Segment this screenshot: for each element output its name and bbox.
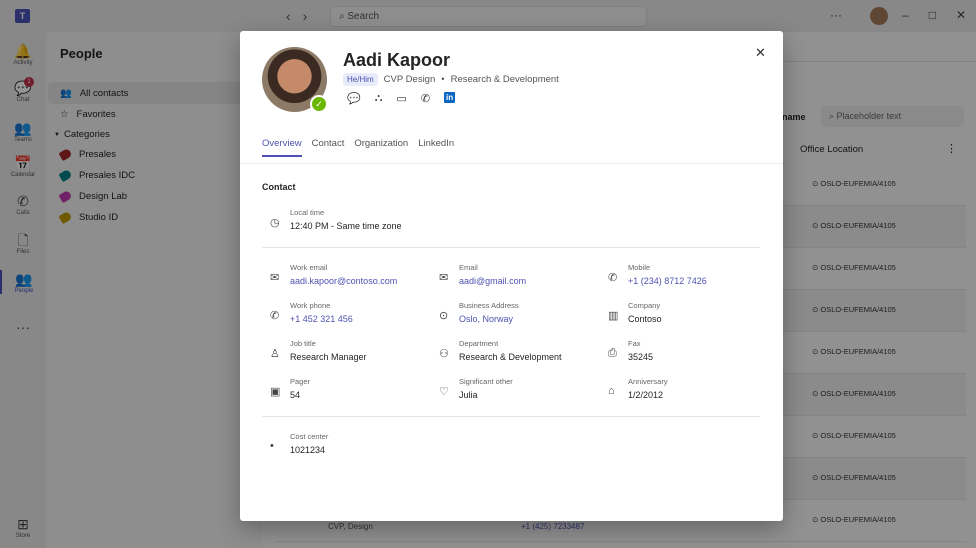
field-value[interactable]: +1 452 321 456 [290,314,353,324]
fax-icon: ⎙ [608,347,617,359]
org-chart-icon[interactable]: ⛬ [375,92,383,105]
field-department: ⚇ Department Research & Development [439,339,562,362]
field-label: Cost center [290,432,329,441]
quick-actions: 💬 ⛬ ▭ ✆ in [347,92,456,105]
phone-icon: ✆ [270,310,280,322]
tab-linkedin[interactable]: LinkedIn [418,138,454,157]
department: Research & Development [450,74,559,85]
field-label: Company [628,301,661,310]
field-label: Anniversary [628,377,668,386]
clock-icon: ◷ [270,217,280,229]
pager-icon: ▣ [270,386,281,398]
field-label: Significant other [459,377,513,386]
divider [262,247,760,248]
tab-contact[interactable]: Contact [312,138,345,157]
field-label: Work phone [290,301,331,310]
field-cost-center: • Cost center 1021234 [270,432,328,455]
tab-organization[interactable]: Organization [354,138,408,157]
field-label: Job title [290,339,316,348]
field-label: Business Address [459,301,519,310]
field-significant-other: ♡ Significant other Julia [439,377,513,400]
field-value: Research & Development [459,352,562,362]
mail-icon: ✉ [439,272,449,284]
mail-icon: ✉ [270,272,280,284]
field-pager: ▣ Pager 54 [270,377,310,400]
divider [240,163,783,164]
profile-tabs: Overview Contact Organization LinkedIn [262,138,454,157]
field-value: Contoso [628,314,662,324]
heart-icon: ♡ [439,386,449,398]
field-value: 1/2/2012 [628,390,664,400]
field-value[interactable]: aadi@gmail.com [459,276,526,286]
phone-icon: ✆ [608,272,618,284]
field-mobile: ✆ Mobile +1 (234) 8712 7426 [608,263,707,286]
profile-card: ✓ Aadi Kapoor He/Him CVP Design • Researc… [240,31,783,521]
cake-icon: ⌂ [608,385,615,397]
field-local-time: ◷ Local time 12:40 PM - Same time zone [270,208,402,231]
person-icon: ♙ [270,348,280,360]
profile-subtitle: He/Him CVP Design • Research & Developmen… [343,73,559,86]
field-label: Fax [628,339,641,348]
linkedin-icon[interactable]: in [444,92,456,103]
field-label: Work email [290,263,328,272]
dot-icon: • [270,440,274,452]
presence-available-icon: ✓ [310,95,328,113]
field-label: Pager [290,377,311,386]
phone-icon[interactable]: ✆ [421,92,430,105]
field-value: 35245 [628,352,654,362]
field-value[interactable]: +1 (234) 8712 7426 [628,276,707,286]
field-anniversary: ⌂ Anniversary 1/2/2012 [608,377,668,400]
divider [262,416,760,417]
job-title: CVP Design [383,74,436,85]
field-value: 54 [290,390,301,400]
field-job-title: ♙ Job title Research Manager [270,339,367,362]
profile-name: Aadi Kapoor [343,50,451,70]
field-fax: ⎙ Fax 35245 [608,339,653,362]
field-business-address: ⊙ Business Address Oslo, Norway [439,301,519,324]
field-value: 12:40 PM - Same time zone [290,221,402,231]
field-label: Department [459,339,499,348]
people-group-icon: ⚇ [439,348,449,360]
video-call-icon[interactable]: ▭ [396,92,406,105]
field-value[interactable]: Oslo, Norway [459,314,519,324]
field-label: Local time [290,208,325,217]
field-value: Research Manager [290,352,367,362]
field-label: Mobile [628,263,651,272]
building-icon: ▥ [608,310,619,322]
field-work-email: ✉ Work email aadi.kapoor@contoso.com [270,263,397,286]
field-label: Email [459,263,478,272]
field-value: 1021234 [290,445,326,455]
location-icon: ⊙ [439,310,449,322]
field-work-phone: ✆ Work phone +1 452 321 456 [270,301,353,324]
pronouns-badge: He/Him [343,73,378,86]
field-value: Julia [459,390,478,400]
tab-overview[interactable]: Overview [262,138,302,157]
close-icon[interactable]: ✕ [755,45,766,61]
field-email: ✉ Email aadi@gmail.com [439,263,526,286]
field-value[interactable]: aadi.kapoor@contoso.com [290,276,397,286]
chat-icon[interactable]: 💬 [347,92,361,105]
field-company: ▥ Company Contoso [608,301,662,324]
section-heading: Contact [262,182,296,192]
